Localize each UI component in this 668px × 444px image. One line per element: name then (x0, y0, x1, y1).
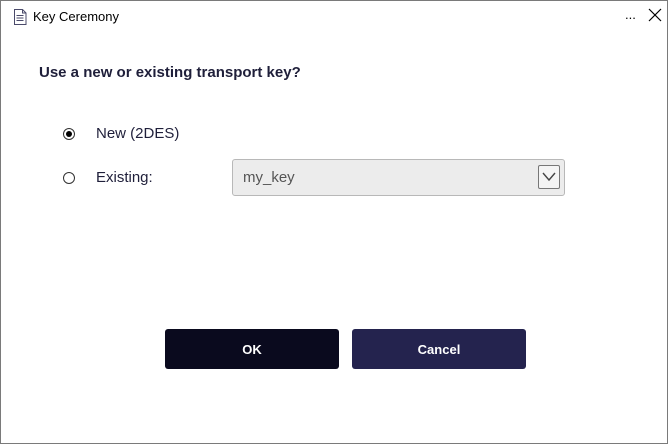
radio-new[interactable] (63, 127, 75, 140)
radio-option-new[interactable]: New (2DES) (63, 125, 179, 142)
more-options-button[interactable]: ... (625, 7, 636, 22)
cancel-button[interactable]: Cancel (352, 329, 526, 369)
radio-option-existing[interactable]: Existing: (63, 169, 153, 186)
chevron-down-icon[interactable] (538, 165, 560, 189)
ok-button[interactable]: OK (165, 329, 339, 369)
existing-key-value: my_key (243, 169, 295, 186)
radio-existing[interactable] (63, 171, 75, 184)
title-bar[interactable]: Key Ceremony ... (1, 1, 667, 33)
existing-key-select[interactable]: my_key (232, 159, 565, 196)
dialog-question: Use a new or existing transport key? (39, 64, 301, 81)
radio-new-label: New (2DES) (96, 125, 180, 142)
window-title: Key Ceremony (33, 9, 119, 24)
close-icon[interactable] (647, 7, 663, 23)
radio-existing-label: Existing: (96, 169, 153, 186)
key-ceremony-window: Key Ceremony ... Use a new or existing t… (0, 0, 668, 444)
document-icon (13, 9, 27, 25)
